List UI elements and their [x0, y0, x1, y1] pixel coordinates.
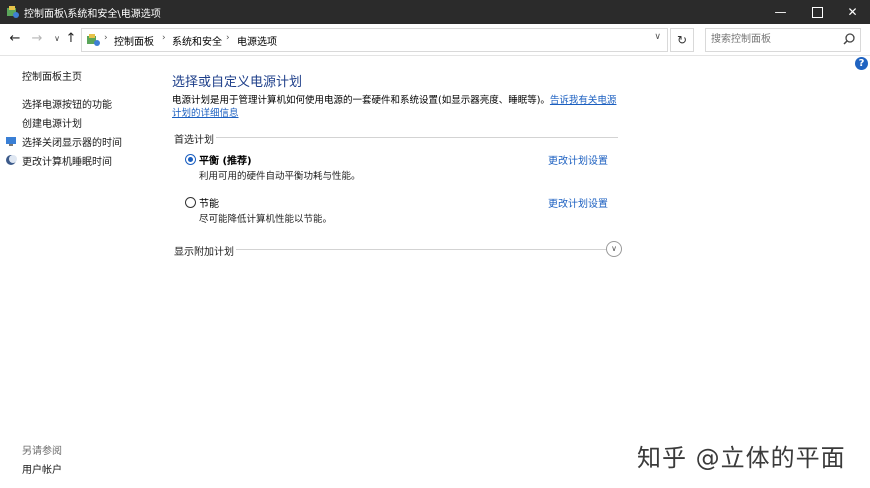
sidebar-item-power-button[interactable]: 选择电源按钮的功能 — [22, 96, 112, 111]
navigation-bar: ← → ∨ ↑ › 控制面板 › 系统和安全 › 电源选项 ∨ ↻ — [0, 24, 870, 56]
show-additional-plans-label[interactable]: 显示附加计划 — [174, 243, 234, 258]
sidebar-item-user-accounts[interactable]: 用户帐户 — [22, 461, 62, 476]
window-title: 控制面板\系统和安全\电源选项 — [24, 9, 161, 20]
breadcrumb-system-security[interactable]: 系统和安全 — [172, 33, 222, 48]
search-input[interactable] — [711, 32, 831, 46]
breadcrumb-control-panel[interactable]: 控制面板 — [114, 33, 154, 48]
watermark: 知乎 @立体的平面 — [637, 444, 846, 472]
plan-power-saver-radio[interactable] — [185, 197, 196, 208]
maximize-button[interactable] — [800, 0, 835, 24]
page-description: 电源计划是用于管理计算机如何使用电源的一套硬件和系统设置(如显示器亮度、睡眠等)… — [172, 94, 622, 120]
description-text: 电源计划是用于管理计算机如何使用电源的一套硬件和系统设置(如显示器亮度、睡眠等)… — [172, 95, 550, 106]
plan-power-saver-settings-link[interactable]: 更改计划设置 — [548, 195, 608, 210]
sidebar-item-home[interactable]: 控制面板主页 — [22, 68, 82, 83]
control-panel-icon — [7, 6, 19, 18]
minimize-button[interactable]: — — [763, 0, 798, 24]
address-dropdown-button[interactable]: ∨ — [654, 32, 661, 42]
maximize-icon — [812, 7, 823, 18]
chevron-down-icon[interactable]: ∨ — [606, 241, 622, 257]
divider — [236, 249, 606, 250]
help-button[interactable]: ? — [855, 57, 868, 70]
up-button[interactable]: ↑ — [62, 30, 80, 48]
plan-power-saver-description: 尽可能降低计算机性能以节能。 — [199, 214, 333, 225]
title-bar: 控制面板\系统和安全\电源选项 — ✕ — [0, 0, 870, 24]
see-also-heading: 另请参阅 — [22, 446, 62, 457]
sidebar-item-sleep-time[interactable]: 更改计算机睡眠时间 — [22, 153, 112, 168]
moon-sleep-icon — [6, 155, 17, 165]
plan-balanced-name[interactable]: 平衡 (推荐) — [199, 152, 252, 167]
search-box[interactable] — [705, 28, 861, 52]
plan-balanced-description: 利用可用的硬件自动平衡功耗与性能。 — [199, 171, 361, 182]
search-icon[interactable] — [842, 32, 856, 46]
close-button[interactable]: ✕ — [835, 0, 870, 24]
breadcrumb-separator: › — [162, 33, 166, 43]
plan-balanced-radio[interactable] — [185, 154, 196, 165]
radio-selected-dot — [188, 157, 193, 162]
plan-balanced-settings-link[interactable]: 更改计划设置 — [548, 152, 608, 167]
control-panel-icon — [87, 34, 100, 46]
page-title: 选择或自定义电源计划 — [172, 75, 303, 90]
forward-button[interactable]: → — [28, 30, 46, 48]
refresh-button[interactable]: ↻ — [670, 28, 694, 52]
sidebar: 控制面板主页 选择电源按钮的功能 创建电源计划 选择关闭显示器的时间 更改计算机… — [0, 56, 160, 488]
sidebar-item-create-plan[interactable]: 创建电源计划 — [22, 115, 82, 130]
address-bar[interactable]: › 控制面板 › 系统和安全 › 电源选项 ∨ — [81, 28, 668, 52]
plan-power-saver-name[interactable]: 节能 — [199, 195, 219, 210]
sidebar-item-display-off[interactable]: 选择关闭显示器的时间 — [22, 134, 122, 149]
divider — [216, 137, 618, 138]
back-button[interactable]: ← — [6, 30, 24, 48]
breadcrumb-power-options[interactable]: 电源选项 — [237, 33, 277, 48]
shield-monitor-icon — [6, 137, 16, 146]
breadcrumb-separator: › — [104, 33, 108, 43]
breadcrumb-separator: › — [226, 33, 230, 43]
preferred-plans-label: 首选计划 — [174, 135, 214, 146]
